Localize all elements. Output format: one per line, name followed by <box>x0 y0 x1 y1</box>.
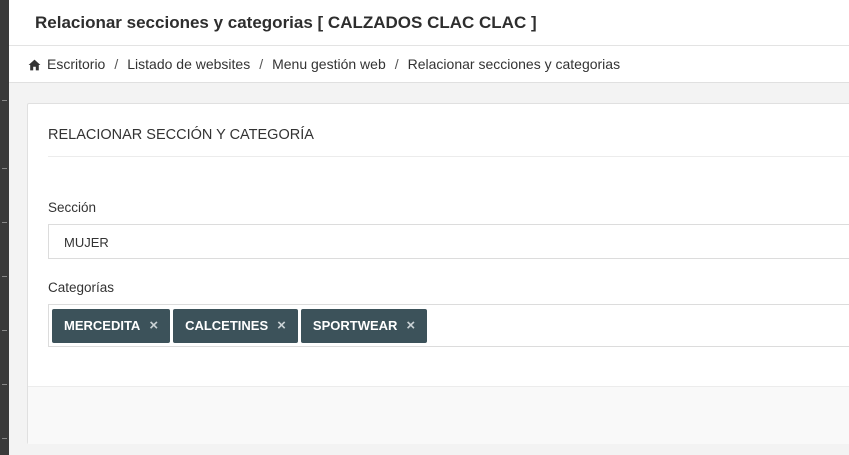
category-tag-mercedita: MERCEDITA × <box>52 308 171 343</box>
close-icon[interactable]: × <box>277 318 286 333</box>
home-icon[interactable] <box>28 58 41 71</box>
breadcrumb-item-escritorio[interactable]: Escritorio <box>47 56 105 72</box>
seccion-selected-value: MUJER <box>64 235 109 250</box>
breadcrumb-separator: / <box>114 56 119 72</box>
breadcrumb: Escritorio / Listado de websites / Menu … <box>28 56 620 72</box>
breadcrumb-separator: / <box>394 56 399 72</box>
form-panel: RELACIONAR SECCIÓN Y CATEGORÍA Sección M… <box>27 103 849 444</box>
sidebar-marker <box>2 168 7 169</box>
tag-label: CALCETINES <box>185 318 269 333</box>
sidebar-marker <box>2 100 7 101</box>
breadcrumb-item-current: Relacionar secciones y categorias <box>407 56 621 72</box>
divider <box>48 156 849 157</box>
page-header: Relacionar secciones y categorias [ CALZ… <box>9 0 849 46</box>
close-icon[interactable]: × <box>149 318 158 333</box>
categorias-label: Categorías <box>48 280 115 295</box>
page-title: Relacionar secciones y categorias [ CALZ… <box>35 13 537 32</box>
breadcrumb-item-listado-websites[interactable]: Listado de websites <box>127 56 250 72</box>
sidebar-marker <box>2 330 7 331</box>
seccion-label: Sección <box>48 200 97 215</box>
categorias-tag-input[interactable]: MERCEDITA × CALCETINES × SPORTWEAR × <box>48 304 849 347</box>
sidebar-marker <box>2 222 7 223</box>
breadcrumb-bar: Escritorio / Listado de websites / Menu … <box>9 46 849 83</box>
breadcrumb-separator: / <box>259 56 264 72</box>
seccion-select[interactable]: MUJER <box>48 224 849 259</box>
sidebar-marker <box>2 384 7 385</box>
tag-label: SPORTWEAR <box>312 318 398 333</box>
breadcrumb-item-menu-gestion-web[interactable]: Menu gestión web <box>272 56 386 72</box>
category-tag-calcetines: CALCETINES × <box>173 308 298 343</box>
sidebar-marker <box>2 276 7 277</box>
panel-footer <box>28 386 849 444</box>
sidebar-strip <box>0 0 9 455</box>
tag-label: MERCEDITA <box>64 318 141 333</box>
category-tag-sportwear: SPORTWEAR × <box>300 308 428 343</box>
sidebar-marker <box>2 438 7 439</box>
close-icon[interactable]: × <box>406 318 415 333</box>
panel-heading: RELACIONAR SECCIÓN Y CATEGORÍA <box>48 127 314 143</box>
